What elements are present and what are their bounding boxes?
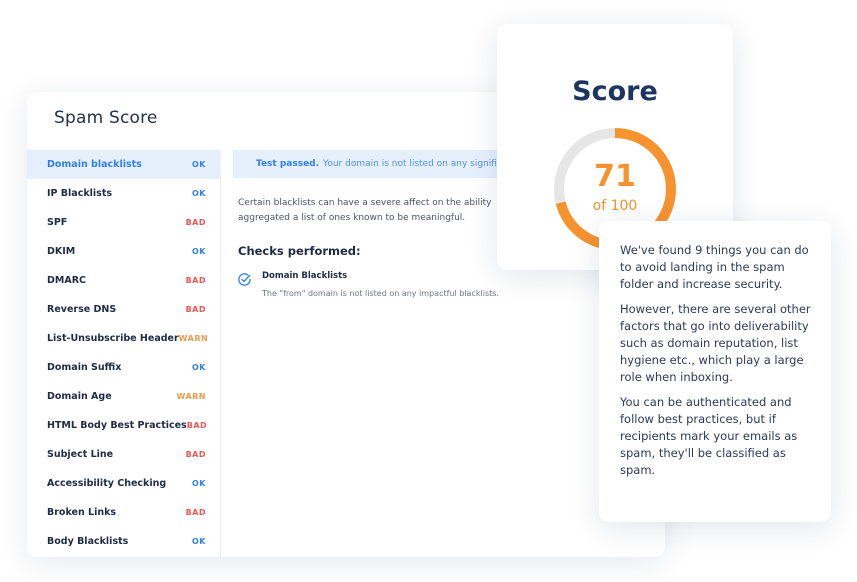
status-badge: WARN <box>178 334 209 343</box>
banner-status: Test passed. <box>256 159 320 169</box>
status-badge: BAD <box>185 276 206 285</box>
score-max-label: of 100 <box>592 198 638 214</box>
sidebar-item-dkim[interactable]: DKIM OK <box>27 237 220 266</box>
sidebar-item-broken-links[interactable]: Broken Links BAD <box>27 498 220 527</box>
status-badge: BAD <box>186 421 208 430</box>
status-badge: BAD <box>185 218 206 227</box>
sidebar-item-label: List-Unsubscribe Header <box>47 333 179 344</box>
sidebar-item-label: Reverse DNS <box>47 304 117 315</box>
test-list-sidebar: Domain blacklists OK IP Blacklists OK SPF BAD… <box>27 150 221 557</box>
info-paragraph: You can be authenticated and follow best… <box>620 395 798 477</box>
sidebar-item-domain-suffix[interactable]: Domain Suffix OK <box>27 353 220 382</box>
status-badge: WARN <box>176 392 206 401</box>
status-badge: OK <box>192 363 206 372</box>
status-badge: OK <box>192 160 206 169</box>
score-title: Score <box>572 76 658 107</box>
sidebar-item-label: Domain Suffix <box>47 362 122 373</box>
sidebar-item-domain-age[interactable]: Domain Age WARN <box>27 382 220 411</box>
check-description: The "from" domain is not listed on any i… <box>262 289 499 298</box>
check-title: Domain Blacklists <box>262 271 348 281</box>
sidebar-item-label: DMARC <box>47 275 86 286</box>
sidebar-item-label: Body Blacklists <box>47 536 129 547</box>
sidebar-item-dmarc[interactable]: DMARC BAD <box>27 266 220 295</box>
sidebar-item-ip-blacklists[interactable]: IP Blacklists OK <box>27 179 220 208</box>
sidebar-item-reverse-dns[interactable]: Reverse DNS BAD <box>27 295 220 324</box>
test-description: Certain blacklists can have a severe aff… <box>238 198 492 223</box>
status-badge: OK <box>192 189 206 198</box>
info-paragraph: However, there are several other factors… <box>620 302 811 384</box>
panel-title: Spam Score <box>54 108 158 128</box>
sidebar-item-label: IP Blacklists <box>47 188 113 199</box>
info-paragraph: We've found 9 things you can do to avoid… <box>620 243 809 291</box>
status-badge: BAD <box>185 508 206 517</box>
sidebar-item-label: SPF <box>47 217 68 228</box>
sidebar-item-spf[interactable]: SPF BAD <box>27 208 220 237</box>
check-circle-icon <box>238 273 251 286</box>
sidebar-item-html-body-best-practices[interactable]: HTML Body Best Practices BAD <box>27 411 220 440</box>
checks-heading: Checks performed: <box>238 244 361 258</box>
status-badge: OK <box>192 247 206 256</box>
sidebar-item-label: DKIM <box>47 246 76 257</box>
score-value: 71 <box>594 159 636 194</box>
banner-message: Your domain is not listed on any signifi… <box>323 159 517 169</box>
sidebar-item-label: Accessibility Checking <box>47 478 167 489</box>
sidebar-item-label: Domain Age <box>47 391 112 402</box>
sidebar-item-label: Domain blacklists <box>47 159 142 170</box>
sidebar-item-body-blacklists[interactable]: Body Blacklists OK <box>27 527 220 556</box>
status-badge: OK <box>192 479 206 488</box>
info-text: We've found 9 things you can do to avoid… <box>620 242 816 487</box>
sidebar-item-accessibility-checking[interactable]: Accessibility Checking OK <box>27 469 220 498</box>
sidebar-item-label: Broken Links <box>47 507 117 518</box>
sidebar-item-label: HTML Body Best Practices <box>47 420 187 431</box>
sidebar-item-label: Subject Line <box>47 449 114 460</box>
sidebar-item-domain-blacklists[interactable]: Domain blacklists OK <box>27 150 220 179</box>
sidebar-item-subject-line[interactable]: Subject Line BAD <box>27 440 220 469</box>
info-card: We've found 9 things you can do to avoid… <box>599 221 831 522</box>
status-badge: BAD <box>185 450 206 459</box>
status-badge: OK <box>192 537 206 546</box>
status-badge: BAD <box>185 305 206 314</box>
sidebar-item-list-unsubscribe-header[interactable]: List-Unsubscribe Header WARN <box>27 324 220 353</box>
